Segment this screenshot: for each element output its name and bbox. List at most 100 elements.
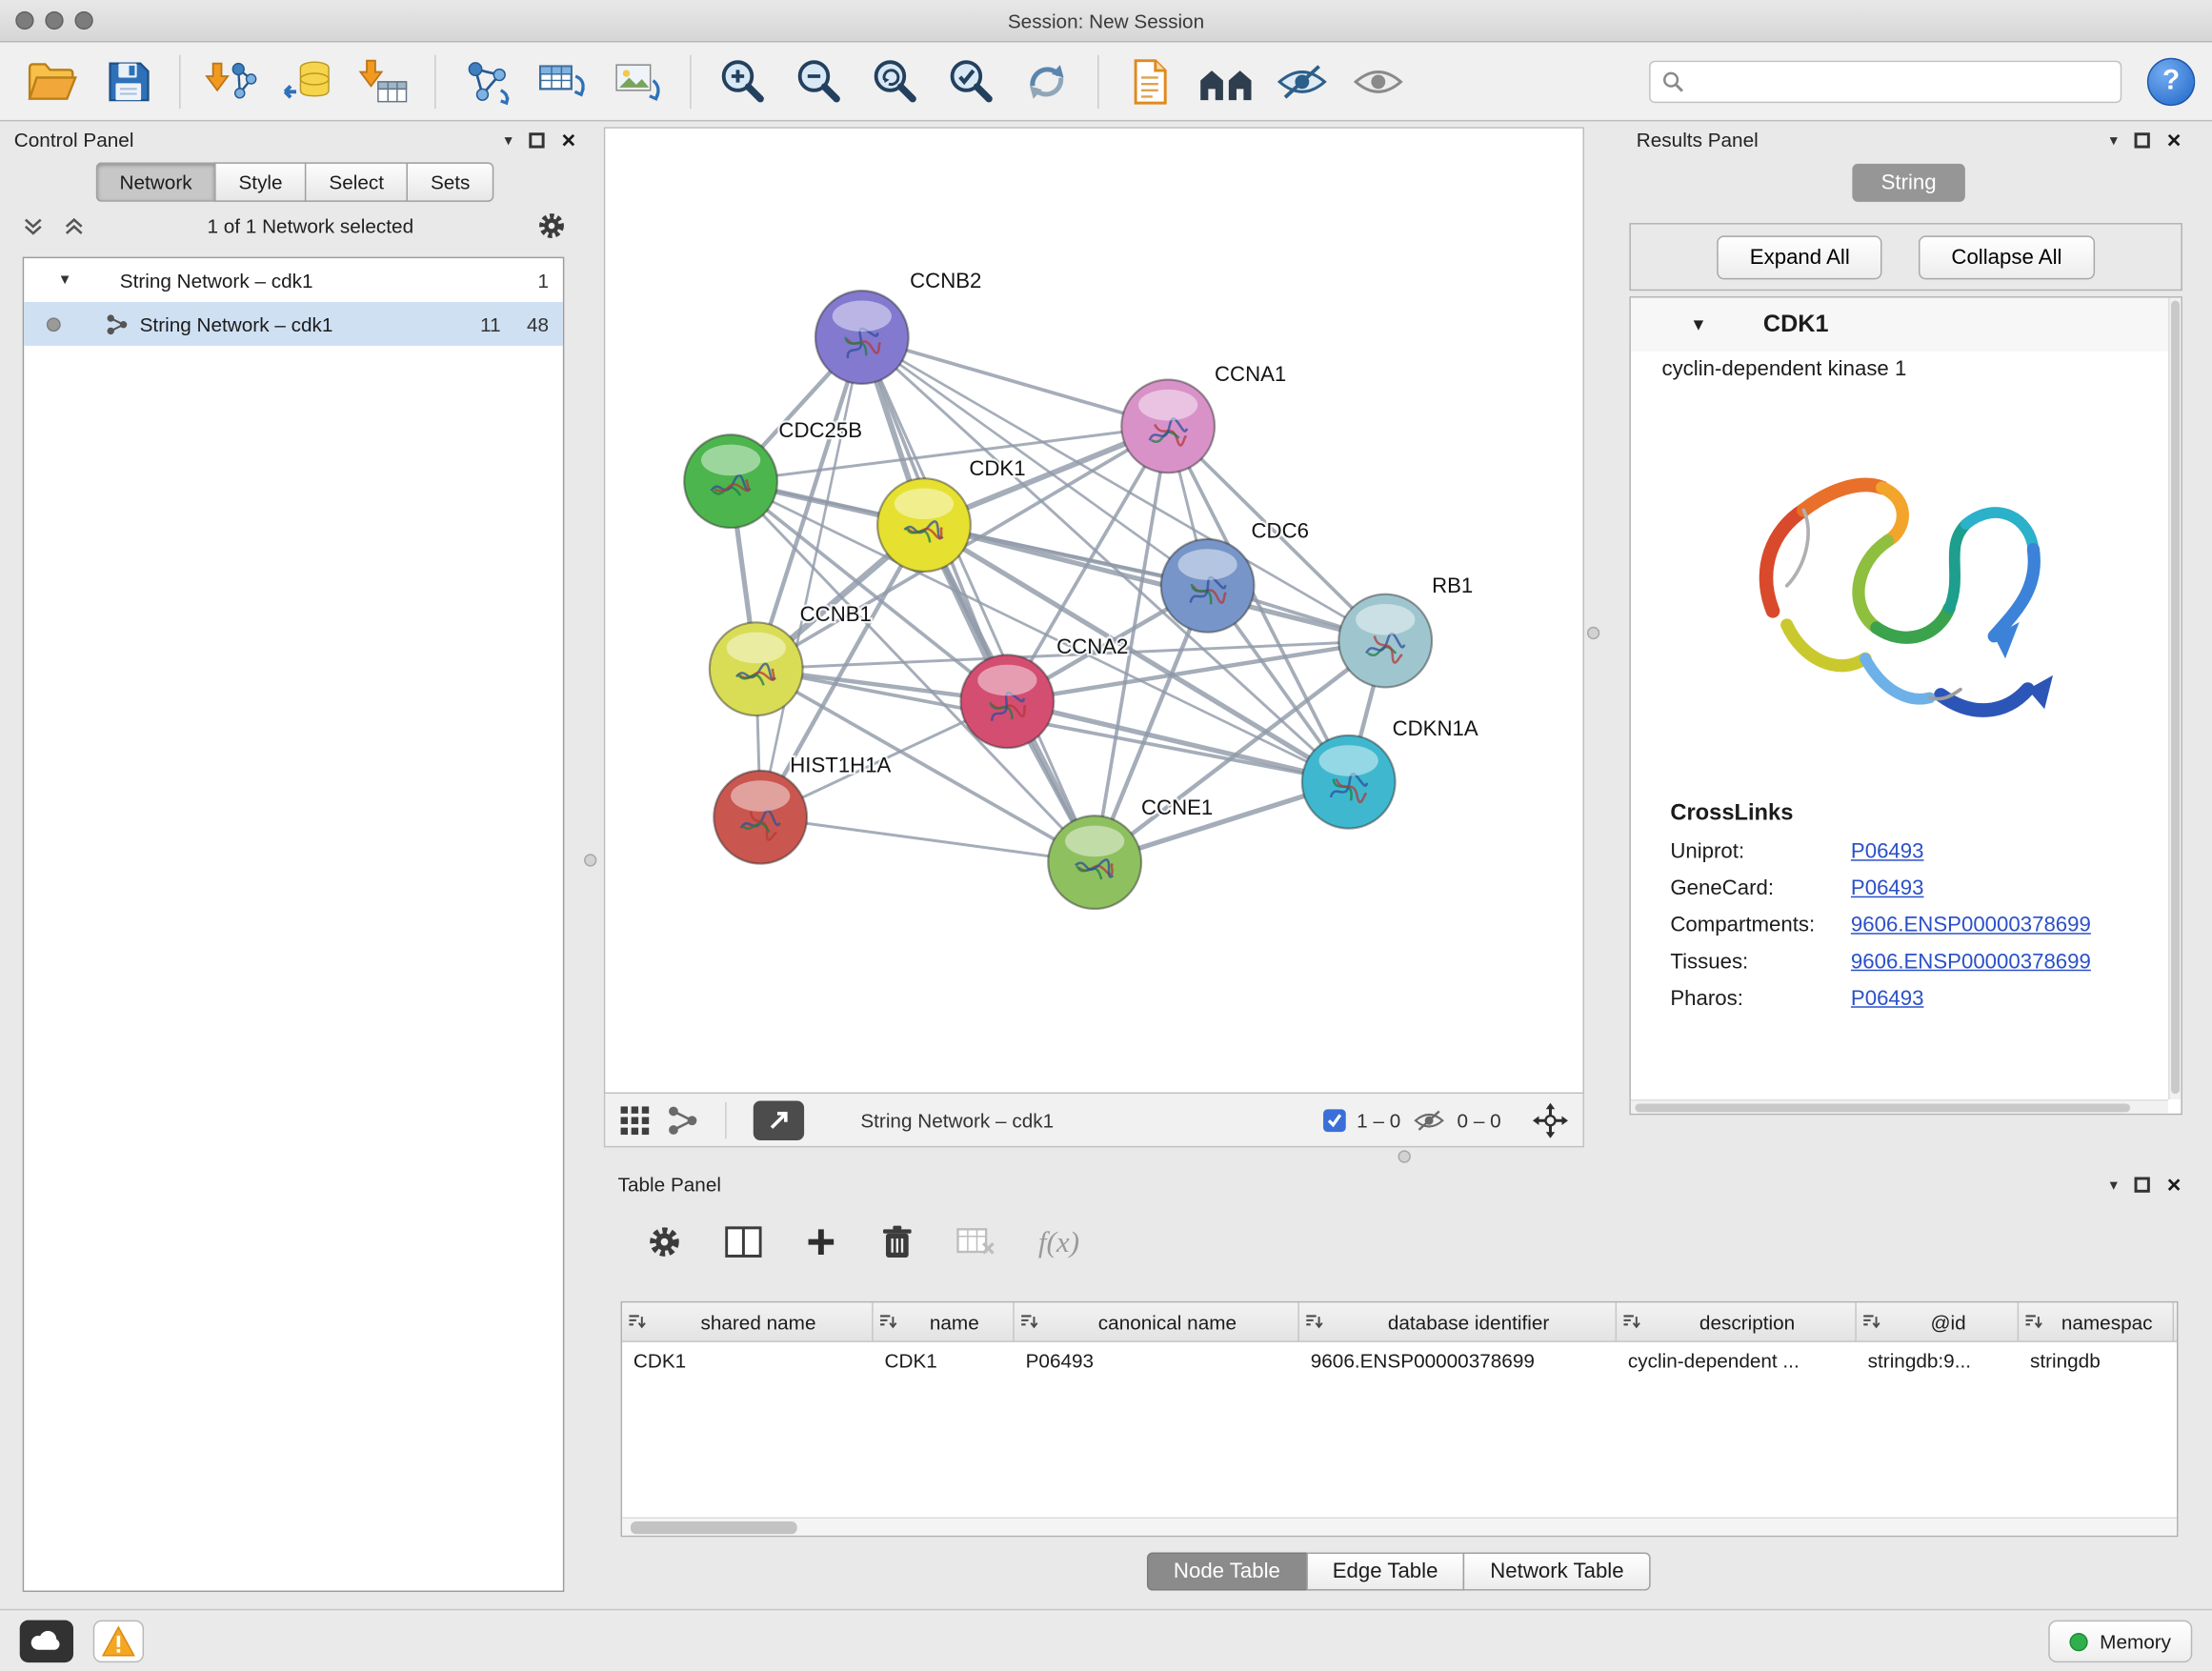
- panel-close-icon[interactable]: ×: [561, 132, 575, 148]
- delete-column-icon[interactable]: [880, 1223, 915, 1260]
- collapse-all-button[interactable]: Collapse All: [1919, 235, 2094, 279]
- memory-button[interactable]: Memory: [2049, 1621, 2192, 1662]
- network-edge[interactable]: [862, 337, 1095, 862]
- table-row[interactable]: CDK1CDK1P064939606.ENSP00000378699cyclin…: [622, 1342, 2177, 1379]
- grid-layout-icon[interactable]: [619, 1104, 651, 1136]
- zoom-out-button[interactable]: [783, 48, 854, 115]
- network-node-hist1h1a[interactable]: [714, 771, 807, 864]
- save-session-button[interactable]: [93, 48, 164, 115]
- select-columns-icon[interactable]: [725, 1225, 762, 1259]
- network-node-ccnb2[interactable]: [815, 291, 909, 384]
- left-splitter-handle[interactable]: [584, 854, 596, 866]
- table-cell[interactable]: 9606.ENSP00000378699: [1299, 1349, 1617, 1372]
- bottom-splitter-handle[interactable]: [1398, 1150, 1411, 1162]
- expand-all-icon[interactable]: [64, 215, 85, 236]
- zoom-window-button[interactable]: [74, 11, 92, 30]
- tab-select[interactable]: Select: [305, 162, 407, 201]
- column-header-database-identifier[interactable]: database identifier: [1299, 1302, 1617, 1340]
- column-header-namespac[interactable]: namespac: [2019, 1302, 2174, 1340]
- hide-elements-button[interactable]: [1267, 48, 1337, 115]
- close-window-button[interactable]: [15, 11, 33, 30]
- column-header-shared-name[interactable]: shared name: [622, 1302, 874, 1340]
- move-crosshair-icon[interactable]: [1532, 1101, 1569, 1138]
- table-cell[interactable]: CDK1: [622, 1349, 874, 1372]
- add-column-icon[interactable]: [804, 1225, 838, 1259]
- function-builder-button[interactable]: f(x): [1038, 1224, 1079, 1259]
- gene-section-header[interactable]: ▼ CDK1: [1631, 298, 2182, 352]
- network-node-cdc6[interactable]: [1161, 539, 1255, 633]
- panel-menu-icon[interactable]: ▾: [504, 131, 512, 149]
- crosslink-value-link[interactable]: 9606.ENSP00000378699: [1851, 913, 2091, 936]
- crosslink-value-link[interactable]: P06493: [1851, 876, 1924, 900]
- export-image-button[interactable]: [604, 48, 674, 115]
- gene-collapse-icon[interactable]: ▼: [1690, 314, 1707, 334]
- show-elements-button[interactable]: [1343, 48, 1414, 115]
- table-horizontal-scrollbar[interactable]: [622, 1518, 2177, 1536]
- network-node-cdkn1a[interactable]: [1302, 735, 1396, 829]
- zoom-in-button[interactable]: [707, 48, 777, 115]
- tab-network[interactable]: Network: [95, 162, 214, 201]
- tab-network-table[interactable]: Network Table: [1463, 1553, 1651, 1591]
- table-cell[interactable]: cyclin-dependent ...: [1617, 1349, 1857, 1372]
- refresh-button[interactable]: [1012, 48, 1082, 115]
- gear-icon[interactable]: [646, 1223, 683, 1260]
- crosslink-value-link[interactable]: P06493: [1851, 987, 1924, 1011]
- network-edge[interactable]: [760, 337, 862, 817]
- zoom-fit-button[interactable]: [859, 48, 930, 115]
- annotation-button[interactable]: [1115, 48, 1185, 115]
- network-row[interactable]: String Network – cdk1 11 48: [24, 302, 563, 346]
- zoom-selected-button[interactable]: [935, 48, 1006, 115]
- import-network-database-button[interactable]: [272, 48, 343, 115]
- network-node-rb1[interactable]: [1338, 594, 1432, 688]
- column-header--id[interactable]: @id: [1857, 1302, 2019, 1340]
- network-node-ccna1[interactable]: [1121, 380, 1215, 473]
- panel-close-icon[interactable]: ×: [2167, 132, 2182, 148]
- gear-icon[interactable]: [536, 211, 568, 242]
- results-vertical-scrollbar[interactable]: [2168, 298, 2181, 1099]
- network-current-dot[interactable]: [47, 317, 61, 332]
- tab-edge-table[interactable]: Edge Table: [1306, 1553, 1465, 1591]
- network-from-table-button[interactable]: [528, 48, 598, 115]
- column-header-canonical-name[interactable]: canonical name: [1015, 1302, 1299, 1340]
- network-node-ccnb1[interactable]: [710, 622, 803, 715]
- birdseye-view-icon[interactable]: [667, 1104, 698, 1136]
- search-input[interactable]: [1693, 70, 2109, 92]
- expand-all-button[interactable]: Expand All: [1718, 235, 1882, 279]
- collapse-all-icon[interactable]: [23, 215, 44, 236]
- open-in-new-window-button[interactable]: [754, 1100, 804, 1139]
- network-node-ccna2[interactable]: [960, 654, 1054, 748]
- warning-status-button[interactable]: [93, 1621, 144, 1662]
- panel-close-icon[interactable]: ×: [2167, 1177, 2182, 1192]
- panel-float-icon[interactable]: [529, 132, 544, 148]
- table-cell[interactable]: stringdb: [2019, 1349, 2174, 1372]
- results-horizontal-scrollbar[interactable]: [1631, 1099, 2168, 1114]
- panel-float-icon[interactable]: [2135, 1177, 2150, 1192]
- minimize-window-button[interactable]: [45, 11, 63, 30]
- hidden-eye-icon[interactable]: [1412, 1107, 1446, 1133]
- import-network-file-button[interactable]: [196, 48, 267, 115]
- network-node-cdk1[interactable]: [877, 478, 971, 572]
- panel-menu-icon[interactable]: ▾: [2110, 1175, 2118, 1193]
- collection-expand-icon[interactable]: ▼: [58, 272, 72, 288]
- selected-nodes-checkbox[interactable]: [1323, 1109, 1346, 1132]
- crosslink-value-link[interactable]: P06493: [1851, 839, 1924, 863]
- table-cell[interactable]: P06493: [1015, 1349, 1299, 1372]
- right-splitter-handle[interactable]: [1587, 627, 1599, 639]
- new-network-button[interactable]: [452, 48, 522, 115]
- search-field[interactable]: [1649, 60, 2122, 102]
- panel-float-icon[interactable]: [2135, 132, 2150, 148]
- network-canvas[interactable]: CCNB2CCNA1CDC25BCDK1CDC6RB1CCNB1CCNA2CDK…: [604, 127, 1584, 1094]
- network-edge[interactable]: [862, 337, 1168, 426]
- panel-menu-icon[interactable]: ▾: [2110, 131, 2118, 149]
- table-cell[interactable]: CDK1: [874, 1349, 1015, 1372]
- column-header-name[interactable]: name: [874, 1302, 1015, 1340]
- network-collection-row[interactable]: ▼ String Network – cdk1 1: [24, 258, 563, 302]
- home-button[interactable]: [1191, 48, 1261, 115]
- open-session-button[interactable]: [17, 48, 88, 115]
- help-button[interactable]: ?: [2147, 57, 2195, 105]
- column-header-description[interactable]: description: [1617, 1302, 1857, 1340]
- tab-style[interactable]: Style: [214, 162, 305, 201]
- table-cell[interactable]: stringdb:9...: [1857, 1349, 2019, 1372]
- tab-sets[interactable]: Sets: [407, 162, 494, 201]
- cloud-status-button[interactable]: [20, 1621, 73, 1662]
